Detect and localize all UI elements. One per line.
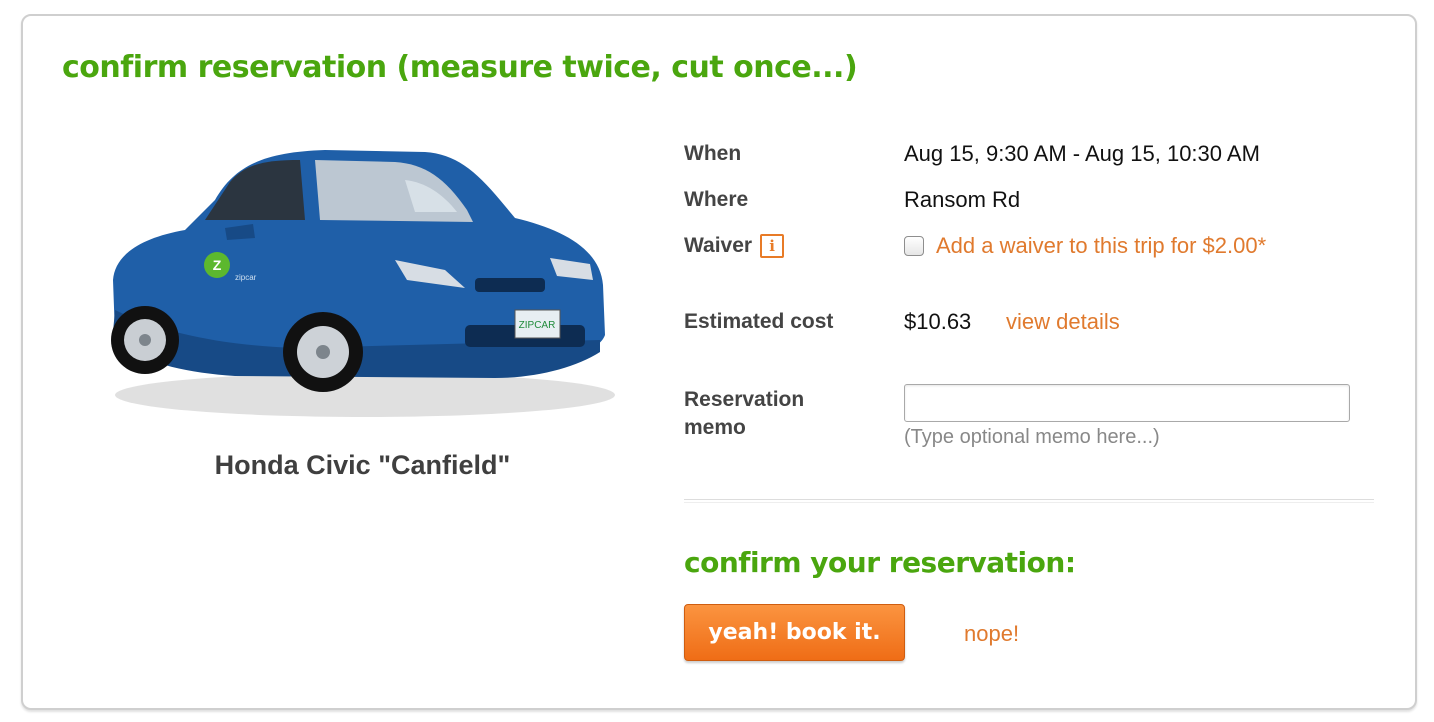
decal-text: zipcar bbox=[235, 273, 257, 282]
waiver-checkbox-label[interactable]: Add a waiver to this trip for $2.00* bbox=[936, 233, 1266, 259]
where-label: Where bbox=[684, 188, 749, 211]
when-label: When bbox=[684, 142, 742, 165]
info-icon[interactable]: i bbox=[760, 234, 785, 259]
view-details-link[interactable]: view details bbox=[1006, 309, 1120, 335]
waiver-checkbox[interactable] bbox=[904, 236, 924, 256]
memo-label: Reservation memo bbox=[684, 386, 804, 442]
cost-label: Estimated cost bbox=[684, 310, 834, 333]
waiver-label: Waiver bbox=[684, 234, 753, 257]
cancel-link[interactable]: nope! bbox=[964, 621, 1019, 647]
memo-input[interactable] bbox=[904, 384, 1350, 422]
book-button[interactable]: yeah! book it. bbox=[684, 604, 905, 661]
confirm-heading: confirm your reservation: bbox=[684, 546, 1076, 579]
memo-label-line2: memo bbox=[684, 416, 746, 439]
divider bbox=[684, 499, 1374, 503]
when-value: Aug 15, 9:30 AM - Aug 15, 10:30 AM bbox=[904, 141, 1260, 166]
cost-value: $10.63 bbox=[904, 309, 972, 334]
svg-text:Z: Z bbox=[213, 257, 222, 273]
waiver-option[interactable]: Add a waiver to this trip for $2.00* bbox=[904, 233, 1266, 259]
memo-hint: (Type optional memo here...) bbox=[904, 426, 1160, 448]
where-value: Ransom Rd bbox=[904, 187, 1021, 212]
plate-text: ZIPCAR bbox=[519, 320, 556, 331]
vehicle-name: Honda Civic "Canfield" bbox=[214, 450, 511, 480]
memo-label-line1: Reservation bbox=[684, 388, 805, 411]
page-title: confirm reservation (measure twice, cut … bbox=[62, 50, 858, 85]
car-image: ZIPCAR Z zipcar bbox=[111, 150, 615, 417]
waiver-label-group: Waiver i bbox=[684, 234, 785, 259]
